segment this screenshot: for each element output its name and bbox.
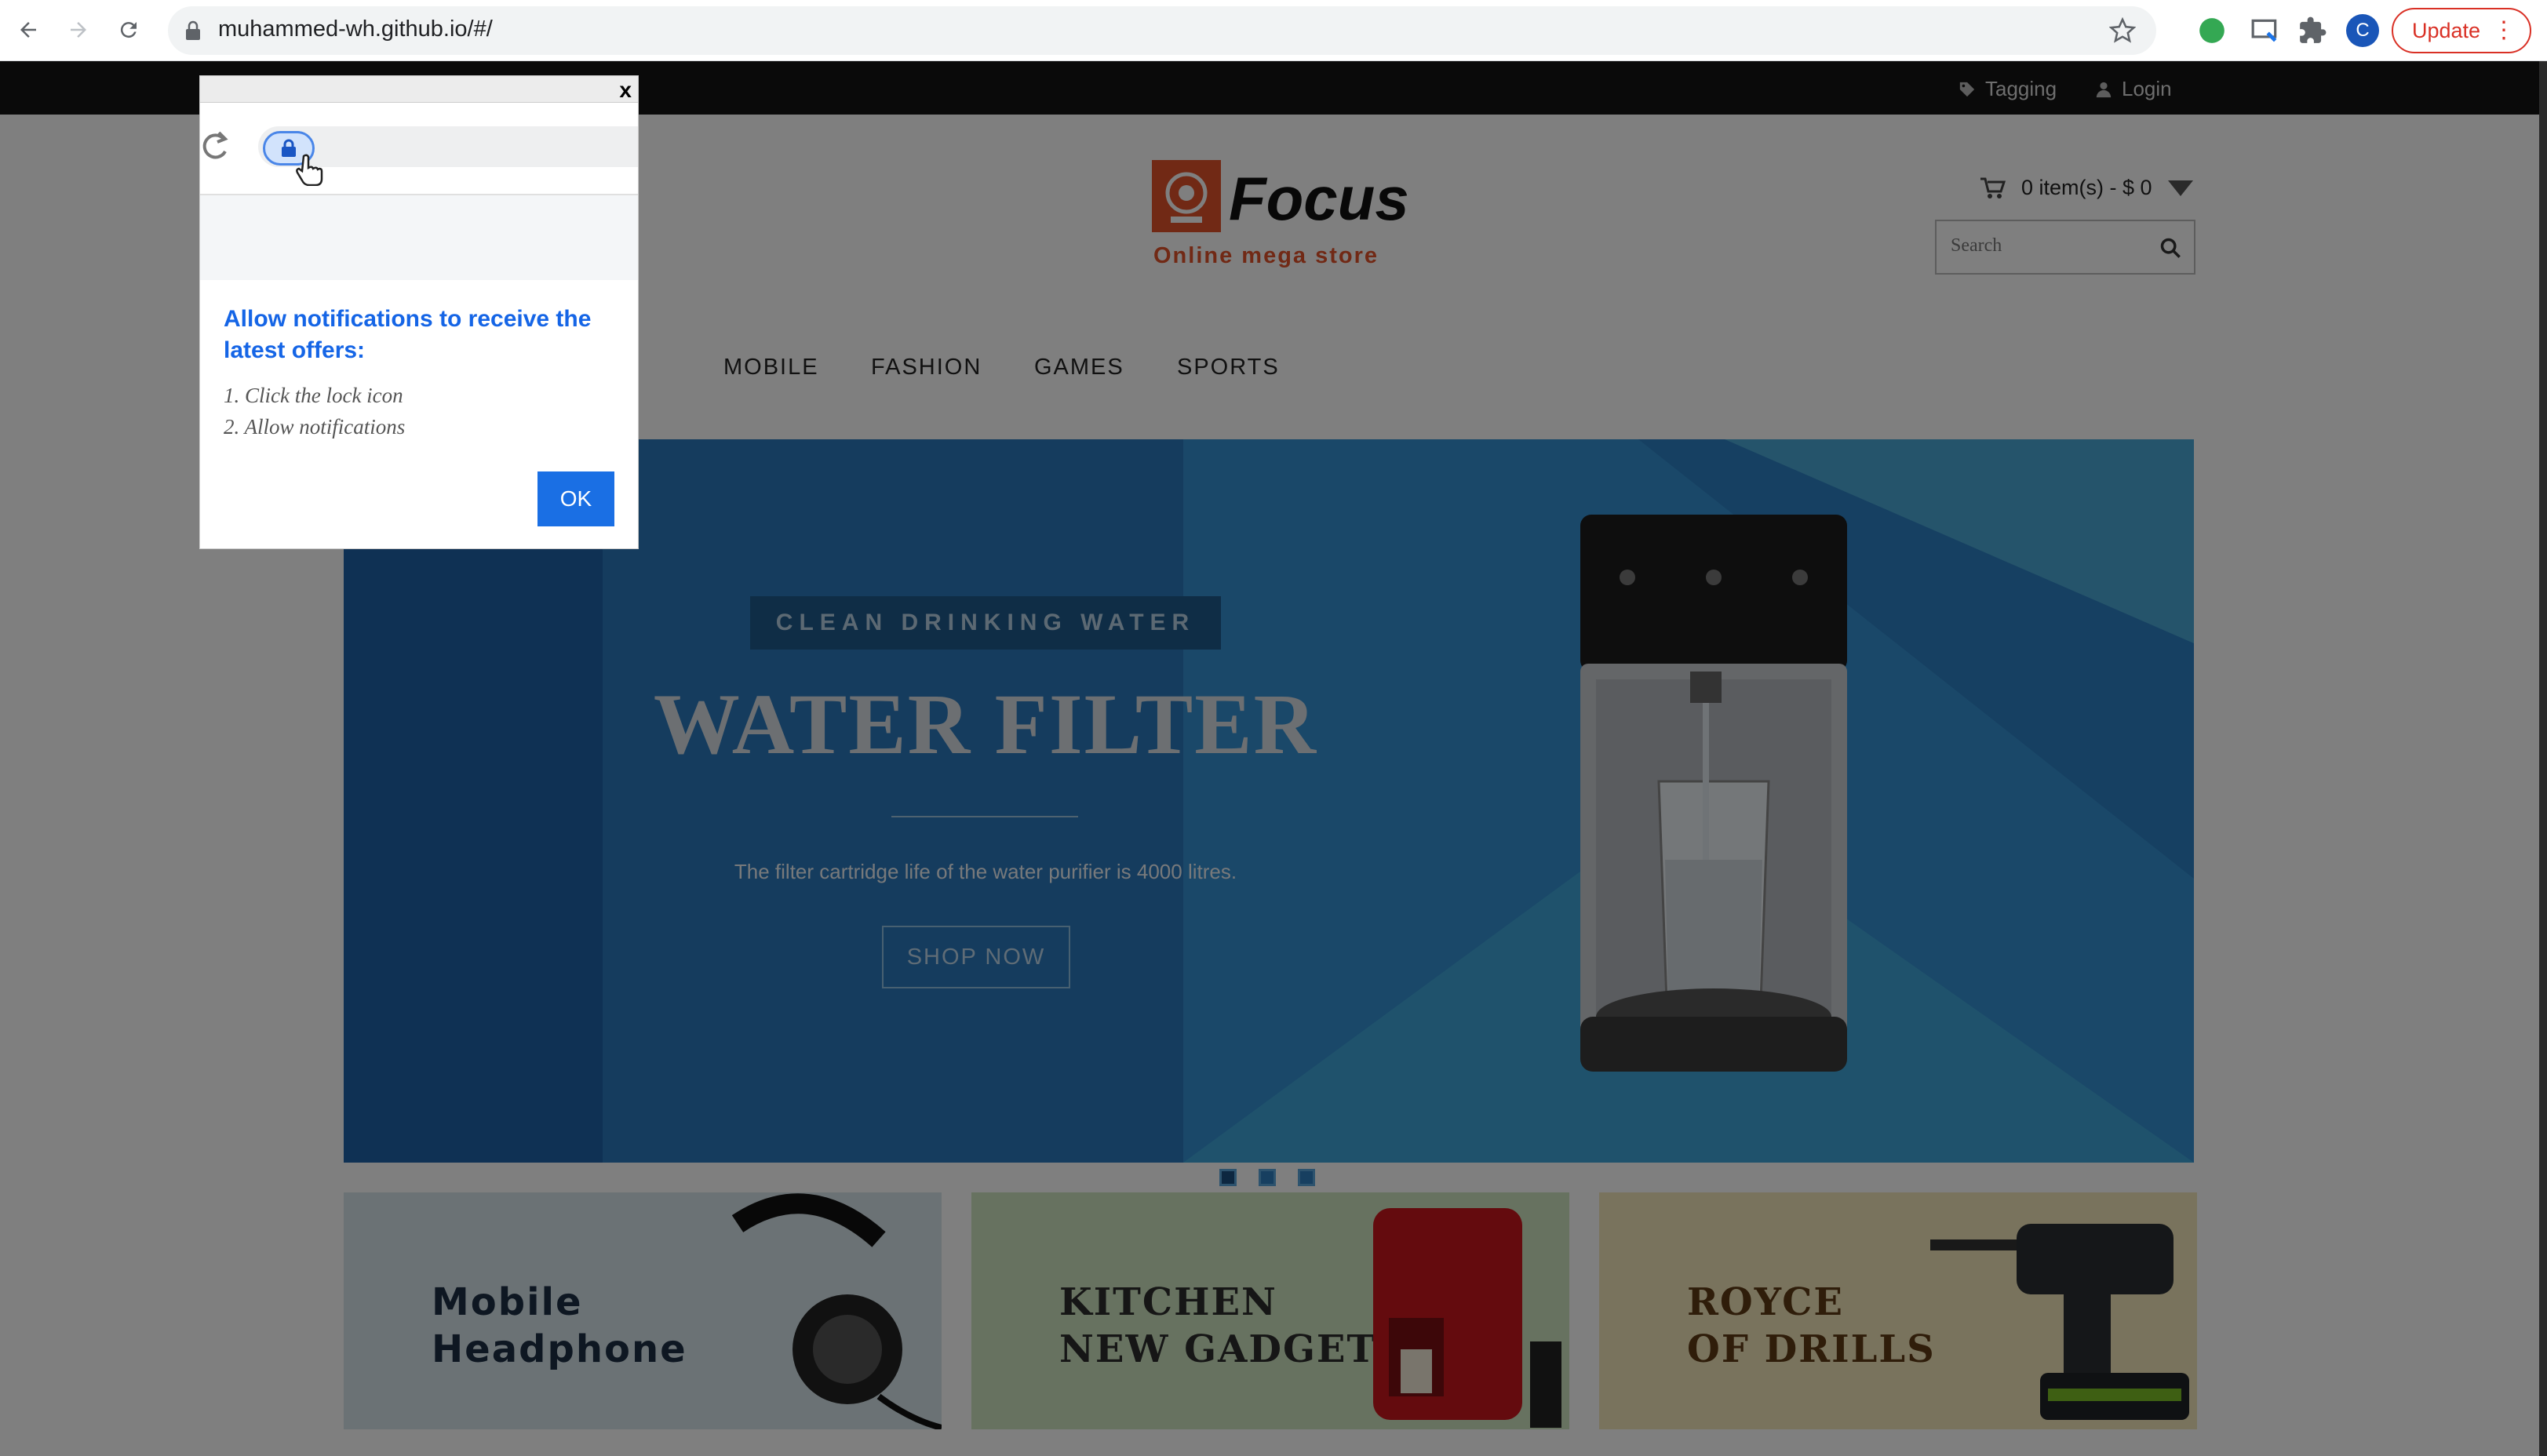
extensions-puzzle-icon[interactable] xyxy=(2297,16,2327,46)
bookmark-star-icon[interactable] xyxy=(2109,17,2136,44)
back-button[interactable] xyxy=(13,14,44,46)
lock-icon[interactable] xyxy=(184,20,202,41)
update-label: Update xyxy=(2412,18,2481,42)
profile-avatar[interactable]: C xyxy=(2346,14,2379,47)
popup-step-2: 2. Allow notifications xyxy=(224,415,406,439)
reload-button[interactable] xyxy=(113,14,144,46)
extension-green-icon[interactable] xyxy=(2197,16,2227,46)
forward-arrow-icon xyxy=(71,22,86,38)
browser-toolbar: muhammed-wh.github.io/#/ C Update ⋮ xyxy=(0,0,2547,61)
reload-icon xyxy=(120,22,137,38)
url-text[interactable]: muhammed-wh.github.io/#/ xyxy=(218,16,493,42)
update-button[interactable]: Update ⋮ xyxy=(2392,8,2531,53)
popup-titlebar: x xyxy=(200,76,638,103)
popup-illustration-address-bar xyxy=(200,103,638,194)
back-arrow-icon xyxy=(20,22,36,38)
hand-cursor-icon xyxy=(296,154,323,186)
popup-illustration-area xyxy=(200,194,638,280)
address-bar[interactable]: muhammed-wh.github.io/#/ xyxy=(168,6,2156,55)
lock-icon xyxy=(282,139,296,157)
notification-instructions-popup: x Allow notifications to receive the lat… xyxy=(199,75,639,549)
reload-icon xyxy=(202,131,228,159)
popup-close-button[interactable]: x xyxy=(619,78,632,103)
forward-button[interactable] xyxy=(63,14,94,46)
popup-step-1: 1. Click the lock icon xyxy=(224,384,403,407)
window-edge xyxy=(2539,61,2547,1456)
extension-screen-icon[interactable] xyxy=(2250,16,2280,46)
ok-button[interactable]: OK xyxy=(537,471,614,526)
popup-heading: Allow notifications to receive the lates… xyxy=(224,306,592,363)
kebab-menu-icon[interactable]: ⋮ xyxy=(2492,17,2516,44)
